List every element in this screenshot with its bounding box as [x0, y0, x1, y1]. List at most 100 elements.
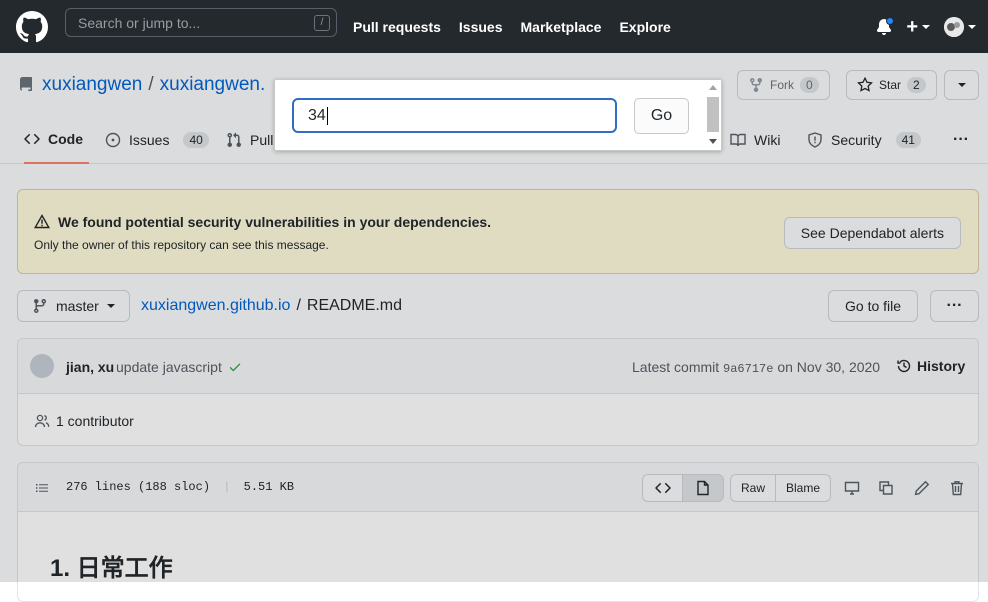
nav-marketplace[interactable]: Marketplace	[521, 19, 602, 35]
readme-heading: 1. 日常工作	[50, 555, 173, 582]
code-view-button[interactable]	[642, 474, 683, 502]
goto-line-dialog: 34 Go	[274, 79, 722, 151]
star-button[interactable]: Star 2	[846, 70, 937, 100]
create-new-dropdown[interactable]: +	[906, 15, 930, 38]
search-input[interactable]: Search or jump to... /	[65, 8, 337, 37]
avatar[interactable]	[30, 354, 54, 378]
tab-issues-count: 40	[183, 132, 209, 148]
branch-icon	[33, 299, 46, 314]
fork-count: 0	[800, 77, 819, 93]
dialog-scrollbar[interactable]	[705, 80, 721, 150]
chevron-down-icon	[106, 304, 115, 308]
file-viewer: 276 lines (188 sloc) | 5.51 KB Raw Blame	[17, 462, 979, 602]
more-tabs-button[interactable]: ···	[953, 116, 969, 164]
chevron-down-icon	[968, 24, 976, 29]
tab-security[interactable]: Security 41	[807, 116, 921, 164]
repo-name-link[interactable]: xuxiangwen.	[160, 74, 266, 96]
book-icon	[730, 133, 746, 147]
line-number-value: 34	[308, 106, 326, 124]
raw-blame-group: Raw Blame	[730, 474, 832, 502]
scrollbar-thumb[interactable]	[707, 97, 719, 132]
repo-separator: /	[148, 74, 154, 95]
commit-author[interactable]: jian, xu	[66, 359, 114, 375]
check-icon[interactable]	[228, 360, 242, 374]
breadcrumb-separator: /	[296, 297, 301, 314]
contributors-text: 1 contributor	[56, 413, 134, 429]
tab-wiki[interactable]: Wiki	[730, 116, 780, 164]
scroll-down-arrow-icon[interactable]	[709, 139, 717, 144]
people-icon	[34, 414, 50, 428]
alert-description: Only the owner of this repository can se…	[34, 238, 329, 252]
history-label: History	[917, 358, 966, 374]
pencil-icon[interactable]	[914, 480, 930, 496]
chevron-down-icon	[922, 24, 930, 29]
trash-icon[interactable]	[949, 480, 965, 496]
file-header: 276 lines (188 sloc) | 5.51 KB Raw Blame	[18, 463, 978, 512]
alert-title-text: We found potential security vulnerabilit…	[58, 214, 492, 230]
breadcrumb-file: README.md	[306, 297, 403, 314]
star-label: Star	[879, 78, 902, 92]
chevron-down-icon	[957, 83, 966, 87]
nav-issues[interactable]: Issues	[459, 19, 503, 35]
tab-issues[interactable]: Issues 40	[105, 116, 209, 164]
github-logo-icon[interactable]	[16, 10, 48, 43]
blame-button[interactable]: Blame	[776, 474, 832, 502]
nav-pull-requests[interactable]: Pull requests	[353, 19, 441, 35]
line-number-input[interactable]: 34	[292, 98, 617, 133]
history-icon	[897, 359, 911, 373]
tab-code[interactable]: Code	[24, 116, 89, 164]
fork-button[interactable]: Fork 0	[737, 70, 830, 100]
go-to-file-button[interactable]: Go to file	[828, 290, 919, 322]
code-icon	[654, 482, 671, 494]
branch-selector-button[interactable]: master	[17, 290, 130, 322]
latest-commit-info: Latest commit 9a6717e on Nov 30, 2020	[632, 359, 880, 376]
see-dependabot-alerts-button[interactable]: See Dependabot alerts	[783, 217, 961, 249]
plus-icon: +	[906, 15, 918, 38]
shield-icon	[808, 132, 822, 148]
tab-issues-label: Issues	[129, 132, 170, 148]
notifications-bell-icon[interactable]	[876, 16, 895, 35]
raw-button[interactable]: Raw	[730, 474, 777, 502]
file-info: 276 lines (188 sloc) | 5.51 KB	[66, 480, 294, 494]
fork-label: Fork	[770, 78, 794, 92]
alert-icon	[34, 214, 50, 229]
commit-sha-link[interactable]: 9a6717e	[723, 362, 773, 376]
tab-security-label: Security	[831, 132, 882, 148]
scroll-up-arrow-icon[interactable]	[709, 85, 717, 90]
outline-list-icon[interactable]	[34, 480, 50, 496]
star-count: 2	[907, 77, 926, 93]
breadcrumb-repo-link[interactable]: xuxiangwen.github.io	[141, 297, 290, 315]
file-lines: 276 lines (188 sloc)	[66, 480, 211, 494]
kebab-icon: ···	[946, 297, 963, 314]
header-actions: +	[876, 0, 976, 53]
commit-message[interactable]: update javascript	[116, 359, 222, 375]
view-mode-toggle	[642, 474, 724, 502]
tab-pull-requests[interactable]: Pull	[226, 116, 273, 164]
history-link[interactable]: History	[896, 358, 965, 374]
tab-wiki-label: Wiki	[754, 132, 781, 148]
desktop-icon[interactable]	[844, 480, 860, 496]
user-menu[interactable]	[944, 16, 976, 37]
commit-box: jian, xu update javascript Latest commit…	[17, 338, 979, 446]
text-cursor	[326, 106, 328, 125]
file-more-button[interactable]: ···	[930, 290, 979, 322]
file-size: 5.51 KB	[243, 480, 295, 494]
nav-explore[interactable]: Explore	[619, 19, 670, 35]
rendered-view-button[interactable]	[683, 474, 724, 502]
tab-code-label: Code	[48, 131, 83, 147]
star-dropdown-button[interactable]	[944, 70, 979, 100]
repo-title: xuxiangwen / xuxiangwen.	[18, 74, 265, 96]
top-navbar: Search or jump to... / Pull requests Iss…	[0, 0, 988, 53]
search-placeholder: Search or jump to...	[78, 14, 201, 31]
search-shortcut-badge: /	[314, 15, 330, 31]
go-button[interactable]: Go	[634, 98, 689, 134]
contributors-link[interactable]: 1 contributor	[34, 413, 134, 429]
file-icon	[697, 480, 709, 496]
star-icon	[857, 77, 873, 92]
breadcrumb: xuxiangwen.github.io / README.md	[141, 297, 402, 315]
issue-icon	[105, 132, 121, 148]
repo-owner-link[interactable]: xuxiangwen	[42, 74, 142, 96]
commit-date: on Nov 30, 2020	[777, 359, 881, 375]
branch-name: master	[56, 298, 99, 314]
copy-icon[interactable]	[878, 480, 894, 496]
